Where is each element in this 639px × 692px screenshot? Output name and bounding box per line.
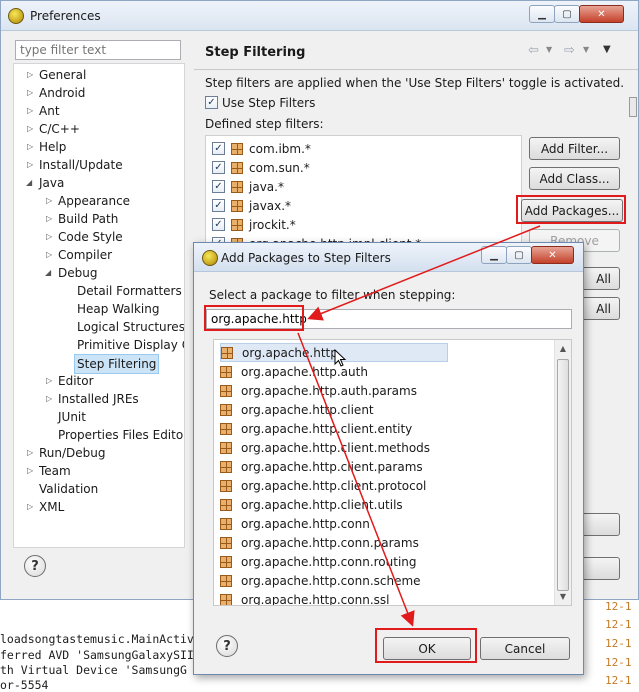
arrow-to-input (307, 225, 541, 321)
arrow-to-ok (297, 332, 415, 627)
annotation-arrows (297, 225, 541, 627)
